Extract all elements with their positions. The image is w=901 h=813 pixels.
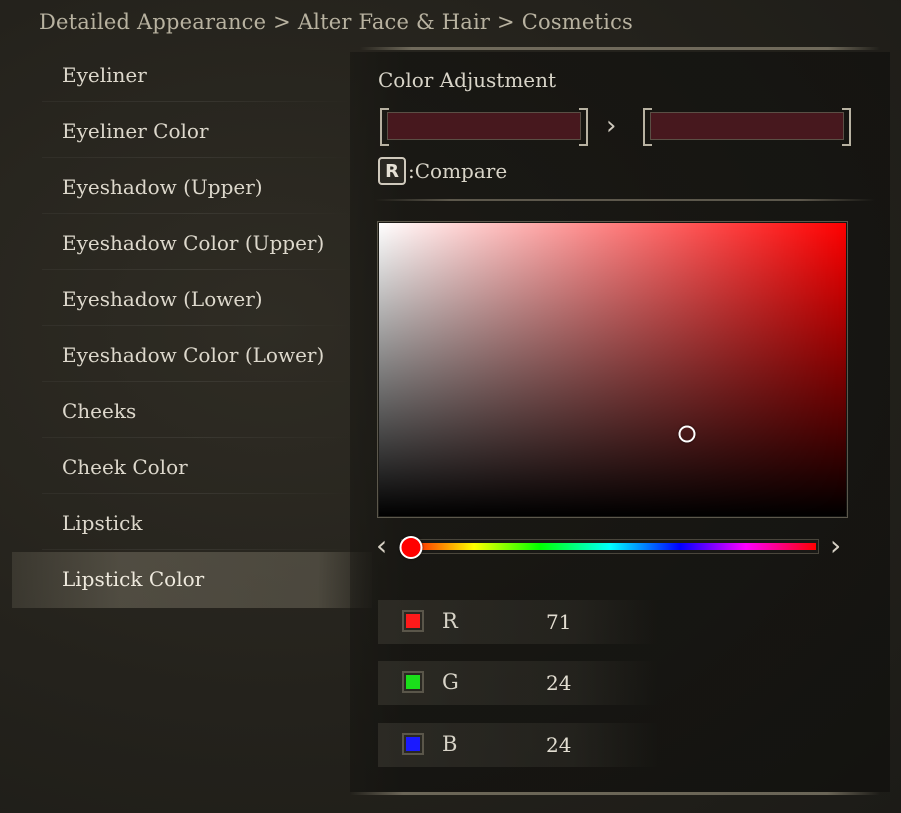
sidebar-item-label: Eyeliner Color — [62, 119, 209, 143]
sidebar-item-label: Eyeshadow Color (Lower) — [62, 343, 325, 367]
sidebar-item-label: Eyeshadow (Upper) — [62, 175, 263, 199]
color-field[interactable] — [379, 223, 846, 516]
sidebar-item-eyeshadow-upper[interactable]: Eyeshadow (Upper) — [12, 160, 372, 216]
green-chip-fill — [406, 675, 420, 689]
sidebar-item-eyeshadow-color-upper[interactable]: Eyeshadow Color (Upper) — [12, 216, 372, 272]
sidebar-item-cheek-color[interactable]: Cheek Color — [12, 440, 372, 496]
sidebar-item-label: Eyeshadow (Lower) — [62, 287, 263, 311]
channel-value: 24 — [546, 733, 572, 757]
hue-gradient — [404, 543, 816, 550]
saturation-value-picker[interactable] — [377, 221, 848, 518]
chevron-right-icon: › — [606, 111, 617, 141]
section-divider — [350, 792, 880, 795]
current-color-swatch — [643, 108, 851, 146]
sidebar-menu: Eyeliner Eyeliner Color Eyeshadow (Upper… — [12, 48, 372, 608]
picker-cursor[interactable] — [678, 425, 696, 443]
sidebar-item-lipstick[interactable]: Lipstick — [12, 496, 372, 552]
blue-chip-icon — [402, 733, 424, 755]
channel-row-green[interactable]: G 24 — [378, 661, 658, 705]
hue-slider-knob[interactable] — [399, 536, 423, 559]
red-chip-fill — [406, 614, 420, 628]
sidebar-item-lipstick-color[interactable]: Lipstick Color — [12, 552, 372, 608]
bracket-right-icon — [579, 108, 588, 146]
green-chip-icon — [402, 671, 424, 693]
red-chip-icon — [402, 610, 424, 632]
channel-row-red[interactable]: R 71 — [378, 600, 658, 644]
sidebar-item-label: Lipstick Color — [62, 567, 205, 591]
hue-left-arrow-icon[interactable]: ‹ — [376, 530, 387, 562]
sidebar-item-label: Eyeliner — [62, 63, 147, 87]
sidebar-item-label: Eyeshadow Color (Upper) — [62, 231, 325, 255]
previous-color-fill — [387, 112, 581, 140]
channel-row-blue[interactable]: B 24 — [378, 723, 658, 767]
sidebar-item-eyeliner-color[interactable]: Eyeliner Color — [12, 104, 372, 160]
channel-label: R — [442, 609, 458, 633]
section-divider — [375, 199, 875, 201]
sidebar-item-cheeks[interactable]: Cheeks — [12, 384, 372, 440]
channel-label: G — [442, 670, 459, 694]
blue-chip-fill — [406, 737, 420, 751]
compare-label: :Compare — [408, 159, 508, 183]
current-color-fill — [650, 112, 844, 140]
channel-label: B — [442, 732, 458, 756]
channel-value: 71 — [546, 610, 572, 634]
previous-color-swatch — [380, 108, 588, 146]
sidebar-item-label: Cheeks — [62, 399, 137, 423]
sidebar-item-label: Lipstick — [62, 511, 143, 535]
bracket-right-icon — [842, 108, 851, 146]
sidebar-item-eyeshadow-lower[interactable]: Eyeshadow (Lower) — [12, 272, 372, 328]
channel-value: 24 — [546, 671, 572, 695]
sidebar-item-eyeshadow-color-lower[interactable]: Eyeshadow Color (Lower) — [12, 328, 372, 384]
compare-hint[interactable]: R :Compare — [378, 156, 507, 186]
sidebar-item-label: Cheek Color — [62, 455, 188, 479]
r-key-icon: R — [378, 157, 406, 185]
panel-title: Color Adjustment — [378, 68, 557, 92]
hue-slider[interactable] — [401, 539, 819, 554]
header-divider — [360, 47, 880, 50]
hue-right-arrow-icon[interactable]: › — [830, 530, 841, 562]
sidebar-item-eyeliner[interactable]: Eyeliner — [12, 48, 372, 104]
breadcrumb: Detailed Appearance > Alter Face & Hair … — [39, 10, 634, 34]
value-gradient — [379, 223, 846, 516]
